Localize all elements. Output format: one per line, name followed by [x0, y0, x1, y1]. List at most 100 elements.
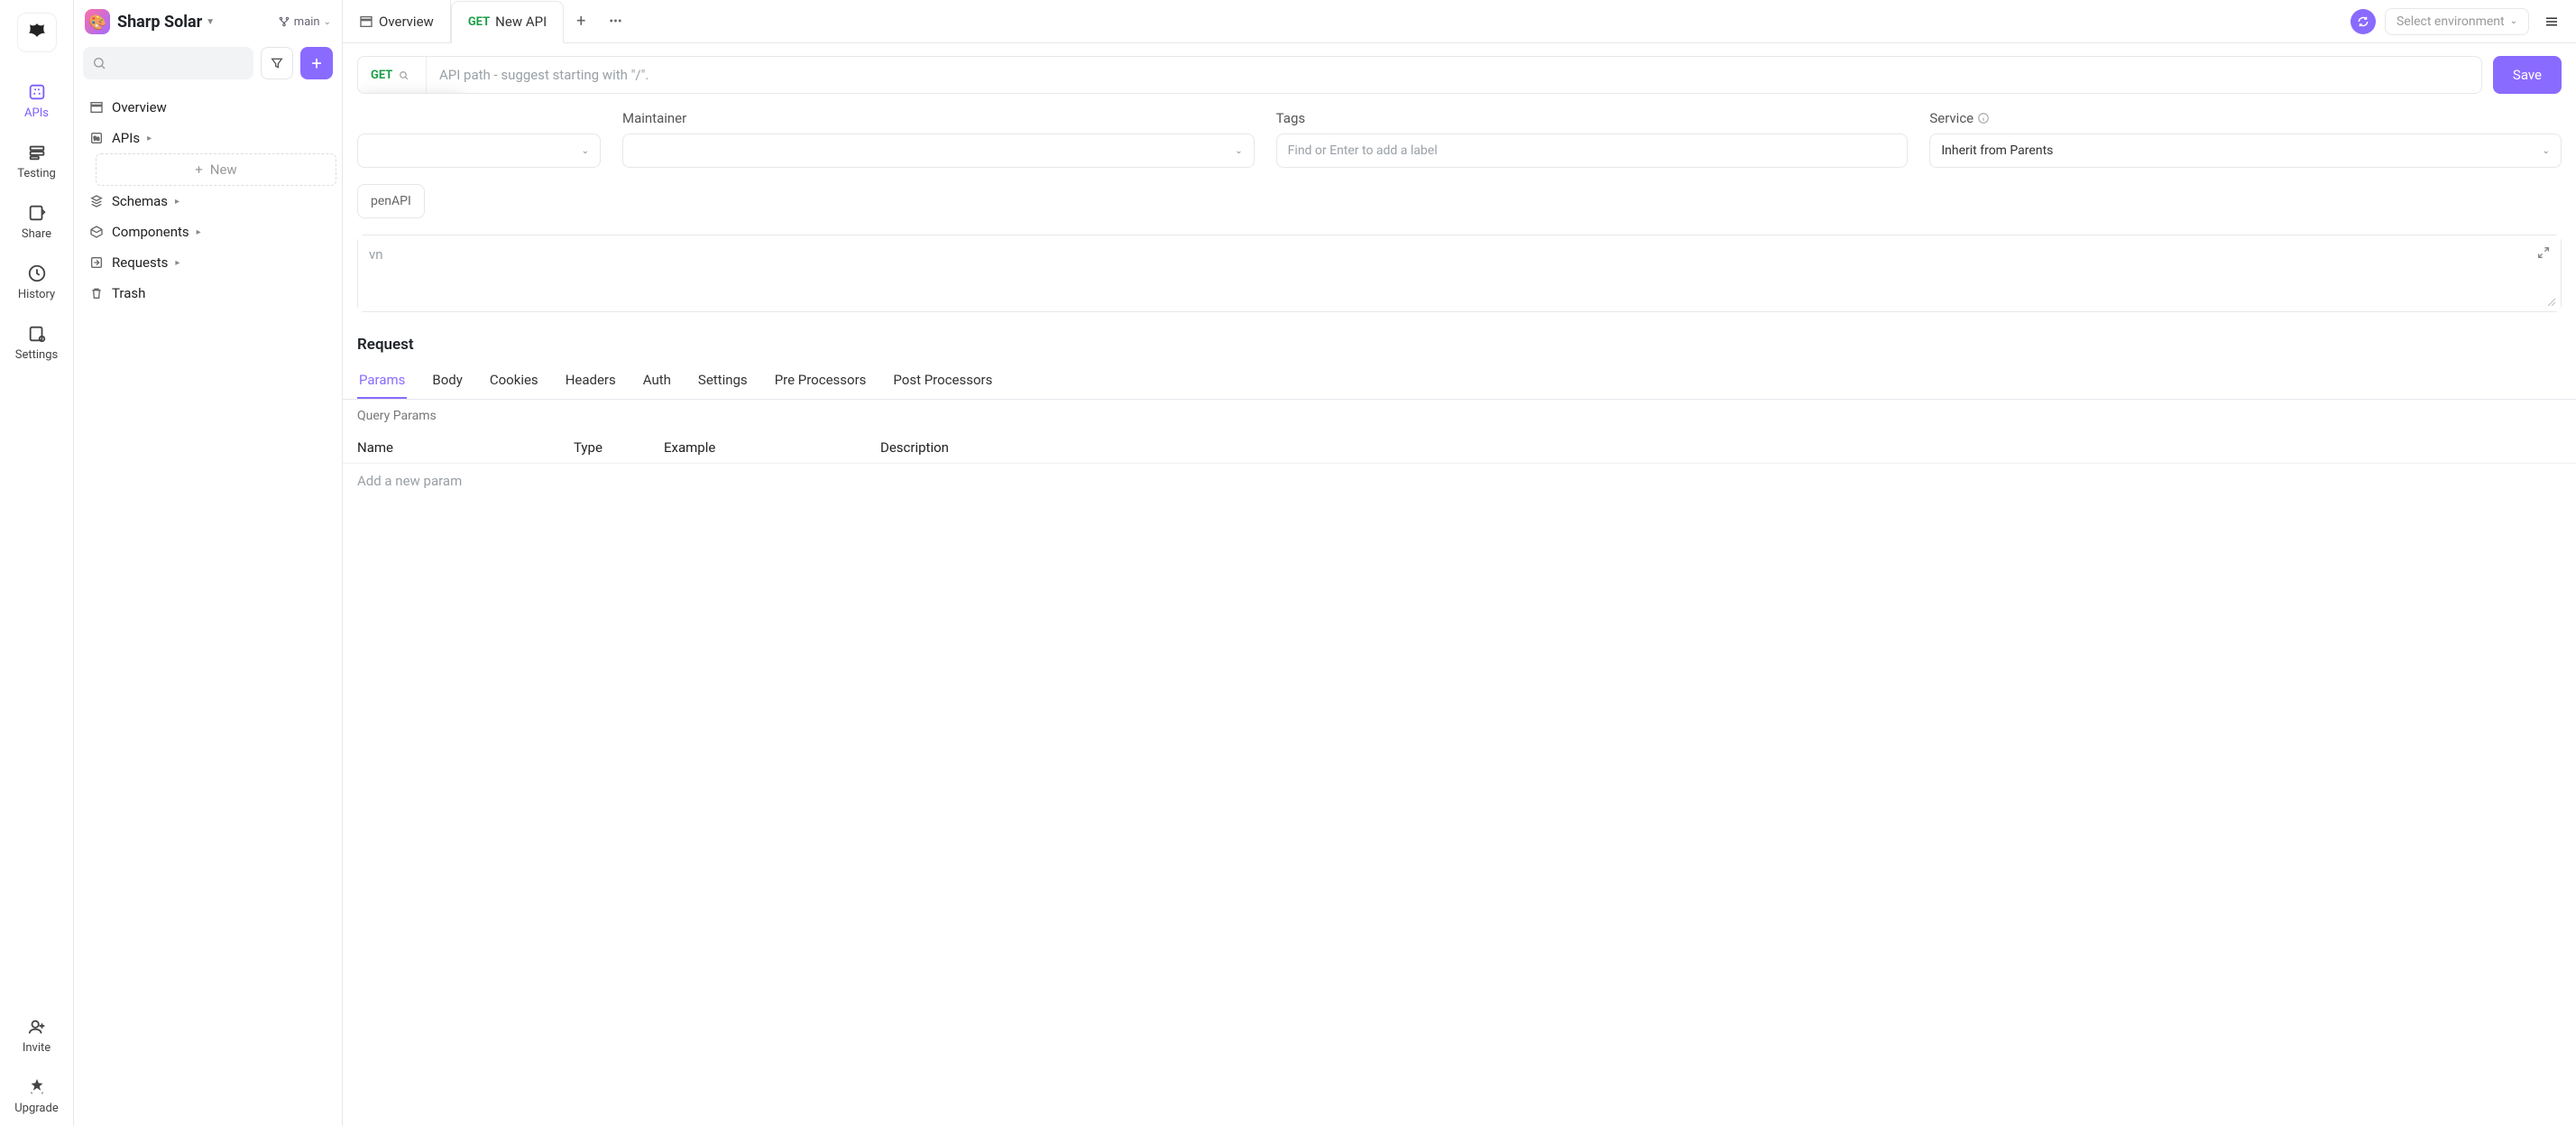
request-tab-auth[interactable]: Auth [641, 363, 673, 399]
tree-trash-label: Trash [112, 285, 145, 301]
nav-settings[interactable]: Settings [0, 312, 73, 373]
expand-icon [2536, 245, 2551, 260]
plus-icon: + [311, 52, 321, 74]
description-box [357, 235, 2562, 312]
tree-components[interactable]: Components ▸ [79, 217, 336, 247]
col-example: Example [664, 439, 880, 456]
request-tab-post-processors[interactable]: Post Processors [891, 363, 994, 399]
service-select[interactable]: Inherit from Parents ⌄ [1929, 134, 2562, 168]
nav-apis-label: APIs [24, 106, 49, 120]
project-name[interactable]: Sharp Solar ▼ [117, 13, 271, 32]
hamburger-icon [2544, 14, 2560, 30]
request-tab-headers[interactable]: Headers [564, 363, 618, 399]
branch-name: main [294, 15, 320, 29]
left-icon-bar: APIs Testing Share History Settings Invi… [0, 0, 74, 1126]
save-button[interactable]: Save [2493, 56, 2562, 94]
chevron-down-icon: ⌄ [582, 146, 589, 156]
tree-new-label: New [210, 162, 237, 178]
request-tab-body[interactable]: Body [430, 363, 464, 399]
tree-apis-label: APIs [112, 130, 140, 146]
request-section-title: Request [343, 312, 2576, 363]
add-param-row[interactable]: Add a new param [343, 464, 2576, 498]
resize-icon [2546, 297, 2557, 308]
main-panel: Overview GET New API + ••• Select enviro… [343, 0, 2576, 1126]
add-button[interactable]: + [300, 47, 333, 79]
status-select[interactable]: ⌄ [357, 134, 601, 168]
nav-testing[interactable]: Testing [0, 131, 73, 191]
description-input[interactable] [358, 235, 2561, 311]
nav-apis[interactable]: APIs [0, 70, 73, 131]
request-tab-settings[interactable]: Settings [696, 363, 750, 399]
tree-schemas[interactable]: Schemas ▸ [79, 186, 336, 217]
dots-icon: ••• [609, 14, 621, 29]
requests-icon [88, 255, 105, 270]
filter-icon [270, 56, 284, 70]
tab-add[interactable]: + [564, 12, 598, 31]
sync-button[interactable] [2351, 9, 2376, 34]
tree-new[interactable]: + New [96, 153, 336, 186]
app-logo[interactable] [17, 13, 57, 52]
nav-history[interactable]: History [0, 252, 73, 312]
components-icon [88, 225, 105, 239]
env-placeholder: Select environment [2397, 14, 2505, 29]
openapi-button[interactable]: penAPI [357, 184, 425, 218]
overview-tab-icon [359, 14, 373, 29]
tab-api-name: New API [495, 14, 547, 30]
hamburger-menu[interactable] [2538, 8, 2565, 35]
tags-label: Tags [1276, 110, 1909, 126]
tags-input[interactable] [1276, 134, 1909, 168]
tab-bar: Overview GET New API + ••• Select enviro… [343, 0, 2576, 43]
url-input[interactable] [427, 67, 2481, 83]
filter-button[interactable] [261, 47, 293, 79]
tab-overview[interactable]: Overview [343, 0, 451, 42]
query-params-title: Query Params [343, 400, 2576, 432]
service-value: Inherit from Parents [1941, 143, 2053, 158]
project-icon: 🎨 [85, 9, 110, 34]
tree-trash[interactable]: Trash [79, 278, 336, 309]
components-caret-icon: ▸ [197, 227, 201, 237]
request-tab-params[interactable]: Params [357, 363, 407, 399]
apis-icon [26, 81, 48, 103]
nav-share[interactable]: Share [0, 191, 73, 252]
testing-icon [26, 142, 48, 163]
chevron-down-icon: ⌄ [1235, 146, 1242, 156]
overview-icon [88, 100, 105, 115]
requests-caret-icon: ▸ [175, 258, 179, 268]
nav-invite[interactable]: Invite [0, 1005, 73, 1066]
branch-selector[interactable]: main ⌄ [278, 15, 331, 29]
plus-small-icon: + [195, 162, 203, 178]
method-selector[interactable]: GET GETPOSTPUTDELETEOPTIONSHEADPATCHTRAC… [358, 57, 427, 93]
nav-upgrade[interactable]: Upgrade [0, 1066, 73, 1126]
tree-overview[interactable]: Overview [79, 92, 336, 123]
url-box: GET GETPOSTPUTDELETEOPTIONSHEADPATCHTRAC… [357, 56, 2482, 94]
history-icon [26, 263, 48, 284]
method-current: GET [371, 69, 392, 82]
request-tab-cookies[interactable]: Cookies [488, 363, 540, 399]
settings-icon [26, 323, 48, 345]
tree-search[interactable] [83, 47, 253, 79]
info-icon [1977, 112, 1990, 125]
tree-requests[interactable]: Requests ▸ [79, 247, 336, 278]
tab-new-api[interactable]: GET New API [451, 1, 564, 43]
maintainer-label: Maintainer [622, 110, 1255, 126]
nav-share-label: Share [22, 227, 51, 241]
search-small-icon [398, 69, 409, 81]
invite-icon [26, 1016, 48, 1038]
expand-button[interactable] [2532, 241, 2555, 264]
svg-text:9a: 9a [94, 136, 100, 143]
request-tab-pre-processors[interactable]: Pre Processors [773, 363, 869, 399]
sync-icon [2357, 15, 2369, 28]
tree-schemas-label: Schemas [112, 193, 168, 209]
project-name-text: Sharp Solar [117, 13, 202, 32]
resize-handle[interactable] [2546, 297, 2559, 309]
service-label: Service [1929, 110, 2562, 126]
tree-apis[interactable]: 9a APIs ▸ [79, 123, 336, 153]
schemas-icon [88, 194, 105, 208]
env-caret-icon: ⌄ [2510, 16, 2517, 26]
tree-requests-label: Requests [112, 254, 168, 271]
tab-menu[interactable]: ••• [598, 14, 632, 29]
params-table-header: Name Type Example Description [343, 432, 2576, 464]
maintainer-select[interactable]: ⌄ [622, 134, 1255, 168]
environment-selector[interactable]: Select environment ⌄ [2385, 8, 2529, 35]
nav-settings-label: Settings [15, 348, 58, 362]
